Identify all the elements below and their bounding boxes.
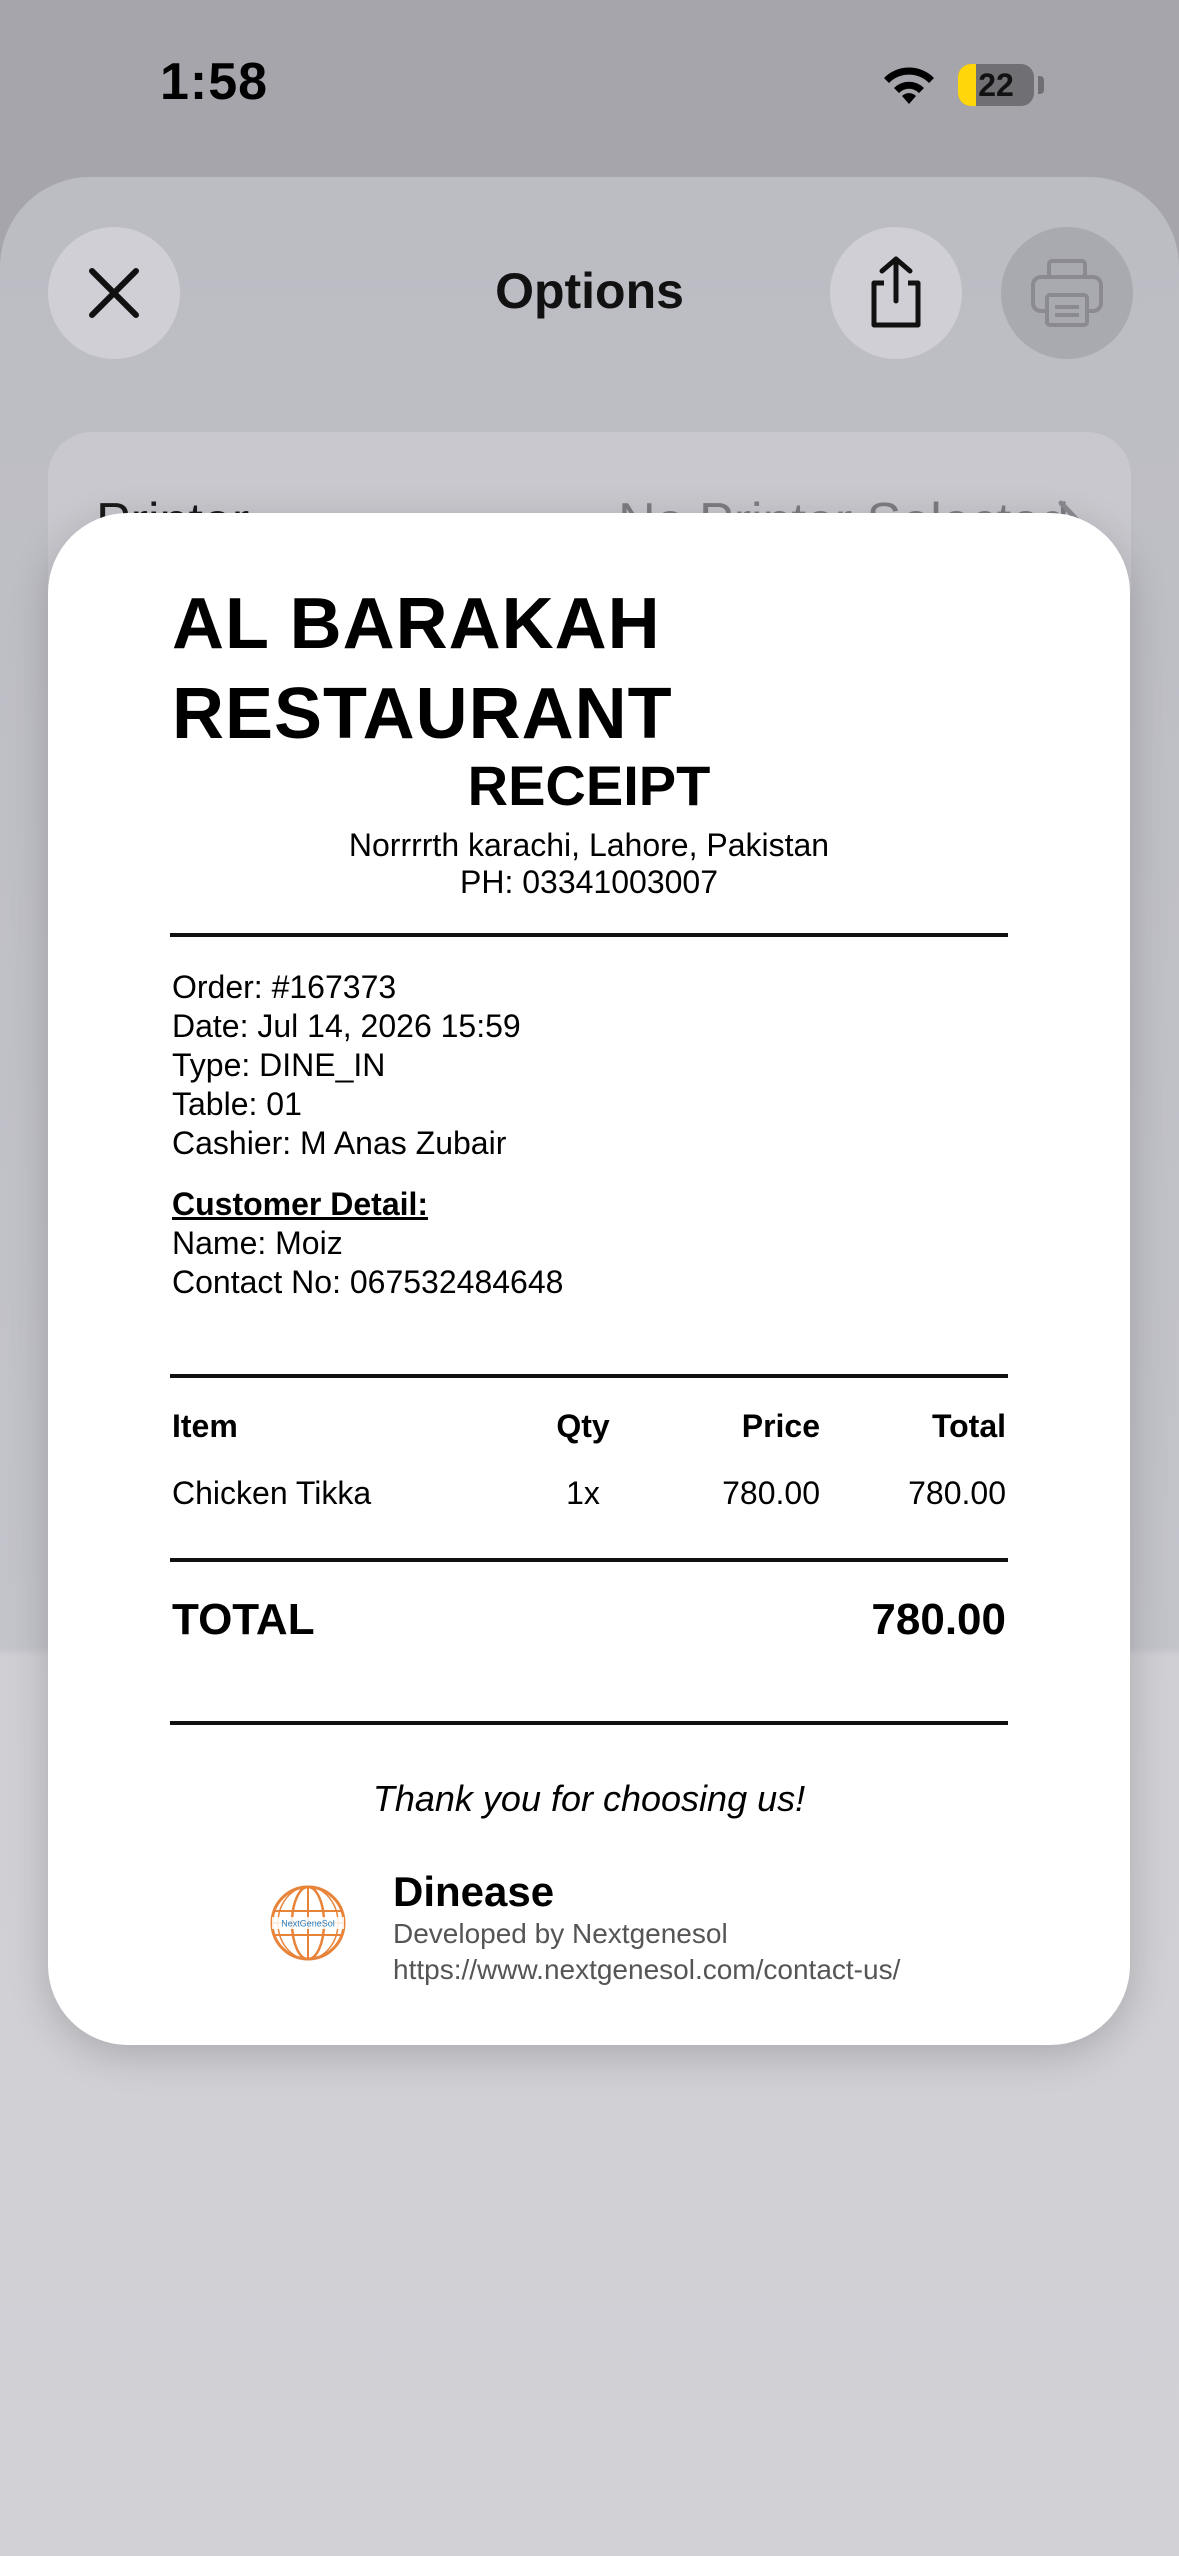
brand-name: Dinease: [393, 1868, 555, 1915]
restaurant-name: AL BARAKAH RESTAURANT: [172, 584, 673, 754]
battery-icon: 22: [958, 64, 1034, 106]
divider: [170, 1721, 1008, 1725]
share-button[interactable]: [830, 227, 962, 359]
battery-level: 22: [978, 67, 1014, 103]
line-item-price: 780.00: [722, 1475, 820, 1511]
developer-credit: Developed by Nextgenesol: [393, 1918, 728, 1949]
receipt-preview: AL BARAKAH RESTAURANT RECEIPT Norrrrth k…: [48, 513, 1130, 2045]
total-label: TOTAL: [172, 1595, 315, 1644]
wifi-icon: [884, 67, 934, 104]
status-bar: 1:58 22: [0, 0, 1179, 170]
restaurant-address: Norrrrth karachi, Lahore, Pakistan: [348, 827, 830, 863]
column-header-item: Item: [172, 1408, 238, 1444]
logo-text: NextGeneSol: [281, 1919, 335, 1929]
customer-name: Name: Moiz: [172, 1225, 343, 1261]
battery-cap: [1038, 76, 1044, 94]
printer-icon: [1031, 259, 1103, 327]
order-date: Date: Jul 14, 2026 15:59: [172, 1008, 521, 1044]
order-number: Order: #167373: [172, 969, 397, 1005]
column-header-price: Price: [741, 1408, 820, 1444]
customer-info: Customer Detail: Name: Moiz Contact No: …: [172, 1185, 563, 1302]
order-type: Type: DINE_IN: [172, 1047, 386, 1083]
divider: [170, 1558, 1008, 1562]
customer-heading: Customer Detail:: [172, 1186, 429, 1222]
print-button[interactable]: [1001, 227, 1133, 359]
order-info: Order: #167373 Date: Jul 14, 2026 15:59 …: [172, 968, 521, 1163]
share-icon: [871, 256, 921, 328]
column-header-qty: Qty: [556, 1408, 610, 1444]
divider: [170, 1374, 1008, 1378]
line-item-qty: 1x: [566, 1475, 600, 1511]
total-value: 780.00: [871, 1595, 1006, 1644]
developer-url[interactable]: https://www.nextgenesol.com/contact-us/: [393, 1954, 900, 1986]
status-time: 1:58: [160, 53, 269, 111]
nextgenesol-globe-logo: NextGeneSol: [270, 1885, 346, 1961]
line-item-total: 780.00: [908, 1475, 1006, 1511]
order-cashier: Cashier: M Anas Zubair: [172, 1125, 507, 1161]
thank-you-message: Thank you for choosing us!: [372, 1778, 806, 1819]
restaurant-phone: PH: 03341003007: [460, 864, 718, 900]
order-table: Table: 01: [172, 1086, 302, 1122]
customer-contact: Contact No: 067532484648: [172, 1264, 564, 1300]
line-item-name: Chicken Tikka: [172, 1475, 372, 1511]
column-header-total: Total: [931, 1408, 1006, 1444]
divider: [170, 933, 1008, 937]
receipt-title: RECEIPT: [467, 754, 711, 817]
